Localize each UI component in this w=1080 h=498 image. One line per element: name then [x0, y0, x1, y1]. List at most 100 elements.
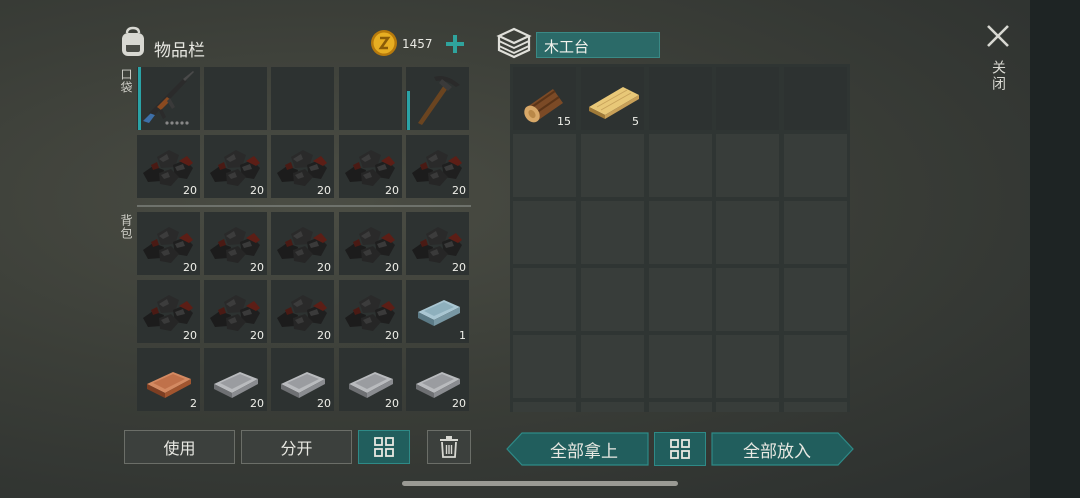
empty-slot[interactable]: [716, 402, 779, 412]
empty-slot[interactable]: [784, 335, 847, 398]
slot-coal[interactable]: 20: [204, 280, 267, 343]
crate-icon: [496, 27, 532, 59]
slot-log[interactable]: 15: [513, 67, 576, 130]
use-button[interactable]: 使用: [124, 430, 235, 464]
container-name-box: 木工台: [536, 32, 660, 58]
empty-slot[interactable]: [513, 335, 576, 398]
slot-coal[interactable]: 20: [204, 135, 267, 198]
backpack-label: 背包: [119, 214, 133, 240]
empty-slot[interactable]: [716, 268, 779, 331]
slot-iron-bar[interactable]: 20: [406, 348, 469, 411]
empty-slot[interactable]: [784, 402, 847, 412]
container-name: 木工台: [544, 38, 590, 56]
empty-slot[interactable]: [784, 201, 847, 264]
slot-coal[interactable]: 20: [137, 280, 200, 343]
slot-coal[interactable]: 20: [204, 212, 267, 275]
slot-coal[interactable]: 20: [339, 212, 402, 275]
empty-slot[interactable]: [581, 335, 644, 398]
empty-slot[interactable]: [581, 201, 644, 264]
empty-slot[interactable]: [581, 268, 644, 331]
empty-slot[interactable]: [716, 67, 779, 130]
empty-slot[interactable]: [649, 335, 712, 398]
empty-slot[interactable]: [581, 402, 644, 412]
coin-icon: [370, 29, 398, 57]
empty-slot[interactable]: [784, 134, 847, 197]
empty-slot[interactable]: [716, 134, 779, 197]
durability-bar: [407, 91, 410, 130]
item-count: 20: [183, 184, 197, 197]
empty-slot[interactable]: [513, 402, 576, 412]
take-all-button[interactable]: 全部拿上: [506, 432, 649, 466]
empty-slot[interactable]: [649, 134, 712, 197]
item-count: 20: [452, 397, 466, 410]
item-count: 1: [459, 329, 466, 342]
item-count: 20: [452, 261, 466, 274]
empty-slot[interactable]: [339, 67, 402, 130]
item-count: 20: [385, 397, 399, 410]
slot-coal[interactable]: 20: [271, 280, 334, 343]
take-all-label: 全部拿上: [550, 441, 618, 462]
item-count: 20: [385, 261, 399, 274]
slot-pickaxe[interactable]: [406, 67, 469, 130]
empty-slot[interactable]: [513, 268, 576, 331]
item-count: 20: [250, 397, 264, 410]
item-count: 15: [557, 115, 571, 128]
empty-slot[interactable]: [649, 201, 712, 264]
slot-coal[interactable]: 20: [137, 135, 200, 198]
slot-coal[interactable]: 20: [137, 212, 200, 275]
slot-iron-bar[interactable]: 20: [204, 348, 267, 411]
pocket-label: 口袋: [119, 68, 133, 94]
item-count: 2: [190, 397, 197, 410]
empty-slot[interactable]: [784, 67, 847, 130]
empty-slot[interactable]: [649, 402, 712, 412]
empty-slot[interactable]: [649, 268, 712, 331]
sort-grid-icon: [670, 439, 690, 459]
empty-slot[interactable]: [649, 67, 712, 130]
inventory-title: 物品栏: [154, 41, 205, 61]
item-count: 20: [250, 184, 264, 197]
item-count: 20: [250, 261, 264, 274]
item-count: 20: [317, 261, 331, 274]
slot-iron-bar[interactable]: 20: [271, 348, 334, 411]
slot-coal[interactable]: 20: [271, 212, 334, 275]
item-count: 20: [183, 261, 197, 274]
trash-icon: [440, 436, 458, 458]
side-strip: [1030, 0, 1080, 498]
item-count: 20: [317, 329, 331, 342]
slot-steel-bar[interactable]: 1: [406, 280, 469, 343]
empty-slot[interactable]: [204, 67, 267, 130]
slot-coal[interactable]: 20: [339, 135, 402, 198]
coin-count: 1457: [402, 37, 433, 51]
empty-slot[interactable]: [513, 201, 576, 264]
add-coins-plus-icon[interactable]: [445, 34, 465, 54]
slot-coal[interactable]: 20: [271, 135, 334, 198]
slot-coal[interactable]: 20: [406, 212, 469, 275]
slot-iron-bar[interactable]: 20: [339, 348, 402, 411]
slot-copper-bar[interactable]: 2: [137, 348, 200, 411]
item-count: 20: [183, 329, 197, 342]
empty-slot[interactable]: [716, 335, 779, 398]
split-button[interactable]: 分开: [241, 430, 352, 464]
empty-slot[interactable]: [581, 134, 644, 197]
sort-container-button[interactable]: [654, 432, 706, 466]
put-all-button[interactable]: 全部放入: [711, 432, 854, 466]
close-icon[interactable]: [986, 24, 1010, 48]
backpack-icon: [118, 26, 148, 58]
durability-bar: [138, 67, 141, 130]
empty-slot[interactable]: [784, 268, 847, 331]
slot-coal[interactable]: 20: [406, 135, 469, 198]
item-count: 20: [385, 329, 399, 342]
slot-coal[interactable]: 20: [339, 280, 402, 343]
sort-inventory-button[interactable]: [358, 430, 410, 464]
put-all-label: 全部放入: [743, 441, 811, 462]
sort-grid-icon: [374, 437, 394, 457]
close-label[interactable]: 关闭: [988, 60, 1008, 92]
empty-slot[interactable]: [513, 134, 576, 197]
empty-slot[interactable]: [271, 67, 334, 130]
container-panel: 15 5: [510, 64, 850, 412]
item-count: 20: [385, 184, 399, 197]
empty-slot[interactable]: [716, 201, 779, 264]
discard-button[interactable]: [427, 430, 471, 464]
slot-ak-rifle[interactable]: [137, 67, 200, 130]
slot-plank[interactable]: 5: [581, 67, 644, 130]
